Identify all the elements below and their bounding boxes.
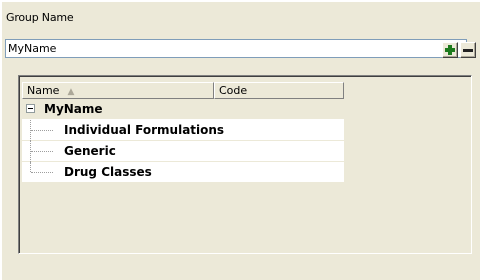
tree-list-panel[interactable]: Name ▲ Code MyName Individual Formulation…: [18, 75, 472, 254]
add-button[interactable]: [442, 42, 458, 58]
window-frame-top: [0, 0, 480, 2]
window-frame-left: [0, 0, 2, 280]
tree-connector-line: [30, 162, 31, 172]
tree-node-label: Drug Classes: [64, 165, 152, 179]
tree-connector-line: [31, 151, 53, 152]
remove-button[interactable]: [460, 42, 476, 58]
group-name-input[interactable]: [5, 39, 467, 58]
collapse-icon[interactable]: [26, 104, 35, 113]
column-header-name[interactable]: Name ▲: [22, 82, 214, 99]
column-header-name-label: Name: [27, 84, 60, 97]
tree-node-child[interactable]: Generic: [22, 141, 344, 162]
tree-node-label: Individual Formulations: [64, 123, 225, 137]
column-header-code-label: Code: [219, 84, 248, 97]
tree-list-inner: Name ▲ Code MyName Individual Formulation…: [19, 76, 471, 253]
tree-node-child[interactable]: Individual Formulations: [22, 120, 344, 141]
tree-node-label: MyName: [44, 102, 103, 116]
tree-connector-line: [31, 172, 53, 173]
tree-rows: MyName Individual Formulations Generic D…: [22, 99, 344, 183]
tree-node-label: Generic: [64, 144, 116, 158]
sort-ascending-icon: ▲: [67, 87, 75, 97]
column-header-code[interactable]: Code: [214, 82, 344, 99]
group-name-label: Group Name: [6, 11, 74, 24]
tree-node-child[interactable]: Drug Classes: [22, 162, 344, 183]
tree-connector-line: [31, 130, 53, 131]
tree-node-root[interactable]: MyName: [22, 99, 344, 120]
